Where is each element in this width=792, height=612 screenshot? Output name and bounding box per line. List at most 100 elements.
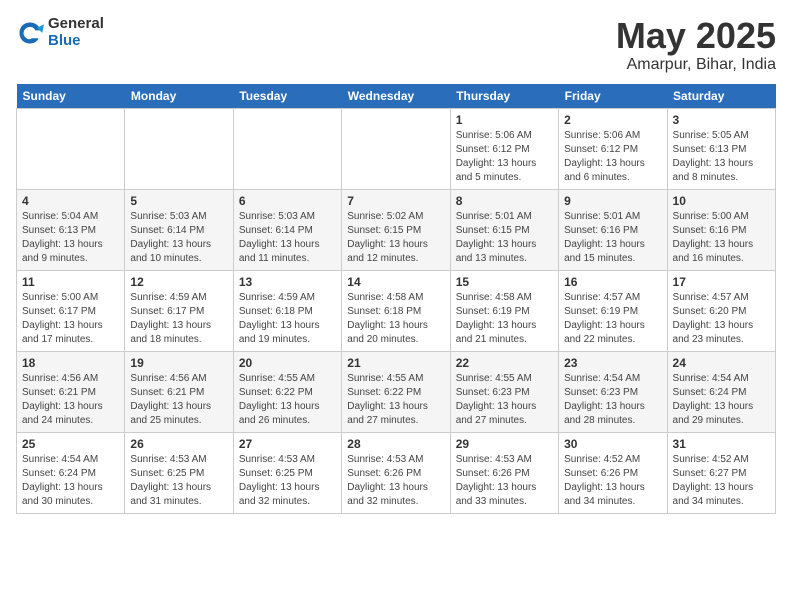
day-number: 13 — [239, 275, 336, 289]
calendar-cell: 9Sunrise: 5:01 AM Sunset: 6:16 PM Daylig… — [559, 189, 667, 270]
day-info: Sunrise: 4:55 AM Sunset: 6:22 PM Dayligh… — [347, 372, 444, 428]
calendar-cell: 6 Sunrise: 5:03 AM Sunset: 6:14 PM Daylig… — [233, 189, 341, 270]
day-number: 20 — [239, 356, 336, 370]
day-number: 27 — [239, 437, 336, 451]
day-info: Sunrise: 5:00 AM Sunset: 6:17 PM Dayligh… — [22, 291, 119, 347]
day-number: 26 — [130, 437, 227, 451]
day-number: 6 — [239, 194, 336, 208]
header-friday: Friday — [559, 84, 667, 109]
day-info: Sunrise: 4:53 AM Sunset: 6:26 PM Dayligh… — [456, 453, 553, 509]
calendar-cell: 1 Sunrise: 5:06 AM Sunset: 6:12 PM Daylig… — [450, 108, 558, 189]
day-number: 2 — [564, 113, 661, 127]
day-info: Sunrise: 4:53 AM Sunset: 6:25 PM Dayligh… — [130, 453, 227, 509]
logo-icon — [16, 19, 44, 47]
day-info: Sunrise: 4:54 AM Sunset: 6:24 PM Dayligh… — [673, 372, 770, 428]
day-info: Sunrise: 4:57 AM Sunset: 6:20 PM Dayligh… — [673, 291, 770, 347]
header-sunday: Sunday — [17, 84, 125, 109]
calendar-week-row: 1 Sunrise: 5:06 AM Sunset: 6:12 PM Daylig… — [17, 108, 776, 189]
calendar-cell: 17 Sunrise: 4:57 AM Sunset: 6:20 PM Dayli… — [667, 270, 775, 351]
day-info: Sunrise: 4:59 AM Sunset: 6:18 PM Dayligh… — [239, 291, 336, 347]
title-block: May 2025 Amarpur, Bihar, India — [616, 16, 776, 74]
day-info: Sunrise: 5:06 AM Sunset: 6:12 PM Dayligh… — [456, 129, 553, 185]
calendar-cell — [233, 108, 341, 189]
day-number: 24 — [673, 356, 770, 370]
calendar-cell: 16Sunrise: 4:57 AM Sunset: 6:19 PM Dayli… — [559, 270, 667, 351]
calendar-cell: 14 Sunrise: 4:58 AM Sunset: 6:18 PM Dayli… — [342, 270, 450, 351]
day-info: Sunrise: 5:01 AM Sunset: 6:16 PM Dayligh… — [564, 210, 661, 266]
day-info: Sunrise: 5:03 AM Sunset: 6:14 PM Dayligh… — [239, 210, 336, 266]
header-monday: Monday — [125, 84, 233, 109]
day-number: 14 — [347, 275, 444, 289]
calendar-cell — [342, 108, 450, 189]
calendar-table: SundayMondayTuesdayWednesdayThursdayFrid… — [16, 84, 776, 514]
calendar-week-row: 4Sunrise: 5:04 AM Sunset: 6:13 PM Daylig… — [17, 189, 776, 270]
calendar-subtitle: Amarpur, Bihar, India — [616, 56, 776, 74]
day-info: Sunrise: 4:58 AM Sunset: 6:18 PM Dayligh… — [347, 291, 444, 347]
calendar-cell: 2 Sunrise: 5:06 AM Sunset: 6:12 PM Daylig… — [559, 108, 667, 189]
calendar-cell: 20 Sunrise: 4:55 AM Sunset: 6:22 PM Dayli… — [233, 351, 341, 432]
header-tuesday: Tuesday — [233, 84, 341, 109]
logo-general-text: General — [48, 16, 104, 33]
day-info: Sunrise: 5:00 AM Sunset: 6:16 PM Dayligh… — [673, 210, 770, 266]
calendar-cell — [17, 108, 125, 189]
header-saturday: Saturday — [667, 84, 775, 109]
calendar-cell: 11Sunrise: 5:00 AM Sunset: 6:17 PM Dayli… — [17, 270, 125, 351]
day-number: 7 — [347, 194, 444, 208]
day-number: 18 — [22, 356, 119, 370]
calendar-header-row: SundayMondayTuesdayWednesdayThursdayFrid… — [17, 84, 776, 109]
day-number: 1 — [456, 113, 553, 127]
calendar-cell: 12Sunrise: 4:59 AM Sunset: 6:17 PM Dayli… — [125, 270, 233, 351]
day-info: Sunrise: 4:52 AM Sunset: 6:26 PM Dayligh… — [564, 453, 661, 509]
day-info: Sunrise: 4:54 AM Sunset: 6:24 PM Dayligh… — [22, 453, 119, 509]
day-number: 29 — [456, 437, 553, 451]
day-info: Sunrise: 5:02 AM Sunset: 6:15 PM Dayligh… — [347, 210, 444, 266]
logo: General Blue — [16, 16, 104, 49]
day-number: 31 — [673, 437, 770, 451]
calendar-cell: 31 Sunrise: 4:52 AM Sunset: 6:27 PM Dayli… — [667, 432, 775, 513]
header-wednesday: Wednesday — [342, 84, 450, 109]
calendar-cell: 26 Sunrise: 4:53 AM Sunset: 6:25 PM Dayli… — [125, 432, 233, 513]
calendar-cell: 10 Sunrise: 5:00 AM Sunset: 6:16 PM Dayli… — [667, 189, 775, 270]
calendar-week-row: 18 Sunrise: 4:56 AM Sunset: 6:21 PM Dayli… — [17, 351, 776, 432]
day-info: Sunrise: 4:56 AM Sunset: 6:21 PM Dayligh… — [130, 372, 227, 428]
day-number: 12 — [130, 275, 227, 289]
day-number: 21 — [347, 356, 444, 370]
day-info: Sunrise: 4:57 AM Sunset: 6:19 PM Dayligh… — [564, 291, 661, 347]
logo-blue-text: Blue — [48, 33, 104, 50]
day-number: 10 — [673, 194, 770, 208]
calendar-cell: 7 Sunrise: 5:02 AM Sunset: 6:15 PM Daylig… — [342, 189, 450, 270]
day-number: 8 — [456, 194, 553, 208]
day-info: Sunrise: 4:55 AM Sunset: 6:22 PM Dayligh… — [239, 372, 336, 428]
day-info: Sunrise: 5:04 AM Sunset: 6:13 PM Dayligh… — [22, 210, 119, 266]
day-info: Sunrise: 5:06 AM Sunset: 6:12 PM Dayligh… — [564, 129, 661, 185]
calendar-week-row: 25Sunrise: 4:54 AM Sunset: 6:24 PM Dayli… — [17, 432, 776, 513]
calendar-cell: 18Sunrise: 4:56 AM Sunset: 6:21 PM Dayli… — [17, 351, 125, 432]
day-info: Sunrise: 4:53 AM Sunset: 6:25 PM Dayligh… — [239, 453, 336, 509]
day-info: Sunrise: 4:58 AM Sunset: 6:19 PM Dayligh… — [456, 291, 553, 347]
page-header: General Blue May 2025 Amarpur, Bihar, In… — [16, 16, 776, 74]
day-info: Sunrise: 4:52 AM Sunset: 6:27 PM Dayligh… — [673, 453, 770, 509]
day-number: 28 — [347, 437, 444, 451]
calendar-cell: 3Sunrise: 5:05 AM Sunset: 6:13 PM Daylig… — [667, 108, 775, 189]
day-info: Sunrise: 5:01 AM Sunset: 6:15 PM Dayligh… — [456, 210, 553, 266]
day-number: 30 — [564, 437, 661, 451]
day-info: Sunrise: 4:53 AM Sunset: 6:26 PM Dayligh… — [347, 453, 444, 509]
calendar-cell: 22Sunrise: 4:55 AM Sunset: 6:23 PM Dayli… — [450, 351, 558, 432]
calendar-cell: 25Sunrise: 4:54 AM Sunset: 6:24 PM Dayli… — [17, 432, 125, 513]
calendar-cell: 4Sunrise: 5:04 AM Sunset: 6:13 PM Daylig… — [17, 189, 125, 270]
calendar-cell: 13 Sunrise: 4:59 AM Sunset: 6:18 PM Dayli… — [233, 270, 341, 351]
day-info: Sunrise: 5:05 AM Sunset: 6:13 PM Dayligh… — [673, 129, 770, 185]
day-number: 23 — [564, 356, 661, 370]
day-number: 17 — [673, 275, 770, 289]
calendar-cell: 30 Sunrise: 4:52 AM Sunset: 6:26 PM Dayli… — [559, 432, 667, 513]
day-info: Sunrise: 4:55 AM Sunset: 6:23 PM Dayligh… — [456, 372, 553, 428]
header-thursday: Thursday — [450, 84, 558, 109]
calendar-cell: 15Sunrise: 4:58 AM Sunset: 6:19 PM Dayli… — [450, 270, 558, 351]
calendar-title: May 2025 — [616, 16, 776, 56]
calendar-cell: 29 Sunrise: 4:53 AM Sunset: 6:26 PM Dayli… — [450, 432, 558, 513]
calendar-cell: 23Sunrise: 4:54 AM Sunset: 6:23 PM Dayli… — [559, 351, 667, 432]
day-number: 5 — [130, 194, 227, 208]
calendar-cell: 19 Sunrise: 4:56 AM Sunset: 6:21 PM Dayli… — [125, 351, 233, 432]
day-number: 19 — [130, 356, 227, 370]
calendar-cell: 5Sunrise: 5:03 AM Sunset: 6:14 PM Daylig… — [125, 189, 233, 270]
